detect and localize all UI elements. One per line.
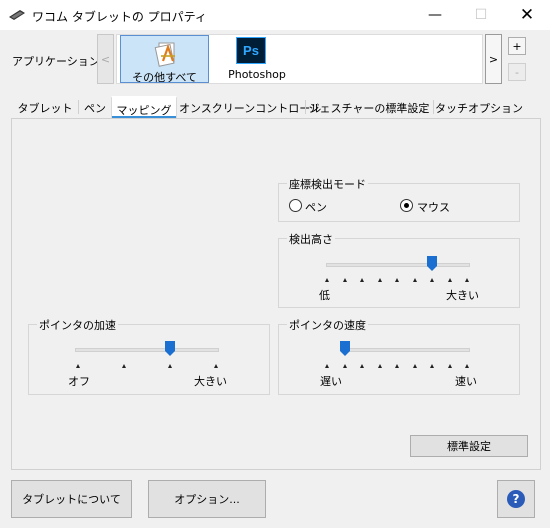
minimize-button[interactable]: — xyxy=(412,0,458,30)
group-title: ポインタの速度 xyxy=(287,317,368,333)
close-icon: ✕ xyxy=(519,5,535,25)
tab-gesture-defaults[interactable]: ジェスチャーの標準設定 xyxy=(307,96,431,118)
close-button[interactable]: ✕ xyxy=(504,0,550,30)
detect-height-low-label: 低 xyxy=(319,289,330,302)
app-scroll-right-button[interactable]: > xyxy=(485,34,502,84)
slider-tick xyxy=(360,278,364,282)
slider-tick xyxy=(465,364,469,368)
radio-mouse-label: マウス xyxy=(417,201,450,214)
slider-tick xyxy=(447,364,452,368)
wacom-tablet-icon xyxy=(9,10,25,20)
slider-tick xyxy=(395,364,399,368)
tab-mapping[interactable]: マッピング xyxy=(111,96,177,118)
slider-tick xyxy=(360,364,364,368)
slider-tick xyxy=(377,278,382,282)
radio-mouse[interactable] xyxy=(400,199,413,212)
pointer-accel-group: ポインタの加速 xyxy=(28,317,270,395)
tab-separator xyxy=(305,100,306,114)
add-application-button[interactable]: + xyxy=(508,37,526,55)
detect-height-group: 検出高さ xyxy=(278,231,520,308)
radio-pen[interactable] xyxy=(289,199,302,212)
tab-separator xyxy=(78,100,79,114)
pointer-accel-track xyxy=(75,348,219,352)
slider-tick xyxy=(325,364,329,368)
tab-pen[interactable]: ペン xyxy=(80,96,110,118)
group-title: 座標検出モード xyxy=(287,176,368,192)
app-tile-label: Photoshop xyxy=(228,68,286,81)
slider-tick xyxy=(214,364,218,368)
slider-tick xyxy=(342,278,347,282)
photoshop-icon: Ps xyxy=(236,37,266,64)
slider-tick xyxy=(122,364,126,368)
options-button[interactable]: オプション... xyxy=(148,480,266,518)
chevron-right-icon: > xyxy=(488,52,499,66)
help-icon: ? xyxy=(507,490,525,508)
app-tile-all-others[interactable]: その他すべて xyxy=(120,35,209,84)
radio-pen-label: ペン xyxy=(305,201,327,214)
pointer-speed-low-label: 遅い xyxy=(320,375,342,388)
slider-tick xyxy=(168,364,172,368)
slider-tick xyxy=(76,364,80,368)
pointer-speed-track xyxy=(343,348,470,352)
pointer-accel-slider-thumb[interactable] xyxy=(165,341,176,356)
application-label: アプリケーション: xyxy=(12,55,104,68)
remove-application-button[interactable]: - xyxy=(508,63,526,81)
app-scroll-left-button[interactable]: < xyxy=(97,34,114,84)
minus-icon: - xyxy=(515,65,519,79)
tab-onscreen-controls[interactable]: オンスクリーンコントロール xyxy=(179,96,321,118)
tab-tablet[interactable]: タブレット xyxy=(13,96,77,118)
slider-tick xyxy=(342,364,347,368)
pointer-speed-slider-thumb[interactable] xyxy=(339,341,350,356)
help-button[interactable]: ? xyxy=(497,480,535,518)
about-tablet-button[interactable]: タブレットについて xyxy=(11,480,132,518)
slider-tick xyxy=(377,364,382,368)
chevron-left-icon: < xyxy=(100,52,111,66)
pointer-accel-low-label: オフ xyxy=(68,375,90,388)
application-list: その他すべて Ps Photoshop xyxy=(116,34,483,84)
group-title: 検出高さ xyxy=(287,231,335,247)
maximize-icon: ☐ xyxy=(474,7,488,23)
tab-bar: タブレット ペン マッピング オンスクリーンコントロール ジェスチャーの標準設定… xyxy=(11,96,528,118)
app-tile-photoshop[interactable]: Ps Photoshop xyxy=(217,35,297,83)
group-title: ポインタの加速 xyxy=(37,317,118,333)
all-apps-icon xyxy=(154,42,175,67)
slider-tick xyxy=(447,278,452,282)
window-title: ワコム タブレットの プロパティ xyxy=(32,10,207,24)
slider-tick xyxy=(412,278,417,282)
pointer-speed-high-label: 速い xyxy=(455,375,477,388)
detect-height-track xyxy=(326,263,470,267)
pointer-accel-high-label: 大きい xyxy=(194,375,227,388)
slider-tick xyxy=(430,278,434,282)
restore-defaults-button[interactable]: 標準設定 xyxy=(410,435,528,457)
slider-tick xyxy=(395,278,399,282)
app-tile-label: その他すべて xyxy=(132,71,197,84)
detect-height-slider-thumb[interactable] xyxy=(427,256,437,271)
title-bar: ワコム タブレットの プロパティ — ☐ ✕ xyxy=(0,0,550,30)
detect-height-high-label: 大きい xyxy=(446,289,479,302)
minimize-icon: — xyxy=(428,7,442,23)
tab-touch-options[interactable]: タッチオプション xyxy=(435,96,523,118)
slider-tick xyxy=(465,278,469,282)
slider-tick xyxy=(325,278,329,282)
plus-icon: + xyxy=(512,39,522,53)
maximize-button[interactable]: ☐ xyxy=(458,0,504,30)
tab-separator xyxy=(433,100,434,114)
pointer-speed-group: ポインタの速度 xyxy=(278,317,520,395)
slider-tick xyxy=(430,364,434,368)
slider-tick xyxy=(412,364,417,368)
